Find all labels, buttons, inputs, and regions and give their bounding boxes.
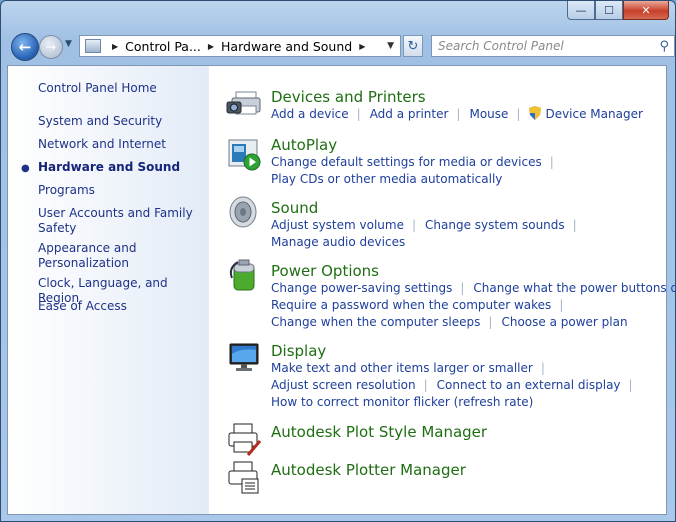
- links-autoplay: Change default settings for media or dev…: [271, 155, 554, 186]
- link-require-password[interactable]: Require a password when the computer wak…: [271, 298, 551, 312]
- back-arrow-icon[interactable]: ←: [11, 33, 39, 61]
- links-devices-printers: Add a device | Add a printer | Mouse | Device …: [271, 106, 643, 121]
- link-add-printer[interactable]: Add a printer: [370, 107, 449, 121]
- navigation-bar: ← → ▼ ▶ Control Pa... ▶ Hardware and Sou…: [7, 31, 675, 61]
- refresh-icon[interactable]: ↻: [403, 35, 423, 57]
- link-external-display[interactable]: Connect to an external display: [437, 378, 621, 392]
- links-display: Make text and other items larger or smal…: [271, 361, 633, 409]
- link-choose-power-plan[interactable]: Choose a power plan: [501, 315, 627, 329]
- category-title-devices-printers[interactable]: Devices and Printers: [271, 88, 426, 106]
- breadcrumb-chevron-icon[interactable]: ▶: [208, 42, 214, 51]
- sidebar-item-home[interactable]: Control Panel Home: [38, 81, 203, 96]
- sidebar-item-appearance[interactable]: Appearance and Personalization: [38, 241, 203, 271]
- breadcrumb-chevron-icon[interactable]: ▶: [112, 42, 118, 51]
- link-device-manager[interactable]: Device Manager: [545, 107, 642, 121]
- plot-style-icon[interactable]: [226, 421, 262, 457]
- sidebar: Control Panel Home System and Security N…: [8, 66, 209, 514]
- current-item-bullet-icon: ●: [21, 163, 30, 174]
- sidebar-item-programs[interactable]: Programs: [38, 183, 203, 198]
- maximize-button[interactable]: ☐: [595, 1, 623, 20]
- battery-icon[interactable]: [226, 256, 262, 292]
- control-panel-icon: [85, 39, 101, 53]
- breadcrumb-control-panel[interactable]: Control Pa...: [125, 39, 201, 54]
- category-title-plotter-manager[interactable]: Autodesk Plotter Manager: [271, 461, 466, 479]
- explorer-window: — ☐ ✕ ← → ▼ ▶ Control Pa... ▶ Hardware a…: [0, 0, 676, 522]
- link-monitor-flicker[interactable]: How to correct monitor flicker (refresh …: [271, 395, 533, 409]
- minimize-button[interactable]: —: [567, 1, 595, 20]
- link-computer-sleeps[interactable]: Change when the computer sleeps: [271, 315, 480, 329]
- sidebar-item-network[interactable]: Network and Internet: [38, 137, 203, 152]
- links-power-options: Change power-saving settings | Change what…: [271, 280, 676, 331]
- breadcrumb-chevron-icon[interactable]: ▶: [359, 42, 365, 51]
- autoplay-icon[interactable]: [226, 136, 262, 172]
- recent-pages-dropdown-icon[interactable]: ▼: [65, 39, 72, 49]
- link-change-default-media[interactable]: Change default settings for media or dev…: [271, 155, 542, 169]
- link-change-power-saving[interactable]: Change power-saving settings: [271, 281, 452, 295]
- sidebar-item-system-security[interactable]: System and Security: [38, 114, 203, 129]
- search-input[interactable]: Search Control Panel ⚲: [431, 35, 675, 57]
- monitor-icon[interactable]: [226, 340, 262, 376]
- sidebar-item-hardware-sound[interactable]: Hardware and Sound: [38, 160, 203, 175]
- main-panel: Devices and Printers Add a device | Add a …: [209, 66, 676, 514]
- address-bar[interactable]: ▶ Control Pa... ▶ Hardware and Sound ▶ ▼: [79, 35, 401, 57]
- category-title-autoplay[interactable]: AutoPlay: [271, 136, 337, 154]
- sidebar-item-user-accounts[interactable]: User Accounts and Family Safety: [38, 206, 203, 236]
- link-play-cds[interactable]: Play CDs or other media automatically: [271, 172, 502, 186]
- link-manage-audio[interactable]: Manage audio devices: [271, 235, 405, 249]
- link-mouse[interactable]: Mouse: [469, 107, 508, 121]
- category-title-plot-style-manager[interactable]: Autodesk Plot Style Manager: [271, 423, 487, 441]
- link-change-sounds[interactable]: Change system sounds: [425, 218, 565, 232]
- caption-buttons: — ☐ ✕: [567, 1, 669, 20]
- link-adjust-volume[interactable]: Adjust system volume: [271, 218, 404, 232]
- search-icon[interactable]: ⚲: [659, 39, 669, 54]
- address-dropdown-icon[interactable]: ▼: [387, 41, 394, 51]
- category-title-power-options[interactable]: Power Options: [271, 262, 379, 280]
- close-button[interactable]: ✕: [623, 1, 669, 20]
- forward-arrow-icon[interactable]: →: [39, 35, 63, 59]
- content-area: Control Panel Home System and Security N…: [7, 65, 676, 515]
- links-sound: Adjust system volume | Change system sound…: [271, 218, 577, 249]
- category-title-sound[interactable]: Sound: [271, 199, 318, 217]
- printer-camera-icon[interactable]: [226, 86, 262, 122]
- sidebar-item-ease-of-access[interactable]: Ease of Access: [38, 299, 203, 314]
- uac-shield-icon: [529, 106, 542, 120]
- link-power-buttons[interactable]: Change what the power buttons do: [473, 281, 676, 295]
- plotter-icon[interactable]: [226, 459, 262, 495]
- category-title-display[interactable]: Display: [271, 342, 326, 360]
- search-placeholder: Search Control Panel: [438, 39, 564, 53]
- speaker-icon[interactable]: [226, 194, 262, 230]
- link-text-larger[interactable]: Make text and other items larger or smal…: [271, 361, 533, 375]
- link-screen-resolution[interactable]: Adjust screen resolution: [271, 378, 416, 392]
- link-add-device[interactable]: Add a device: [271, 107, 349, 121]
- breadcrumb-hardware-and-sound[interactable]: Hardware and Sound: [221, 39, 352, 54]
